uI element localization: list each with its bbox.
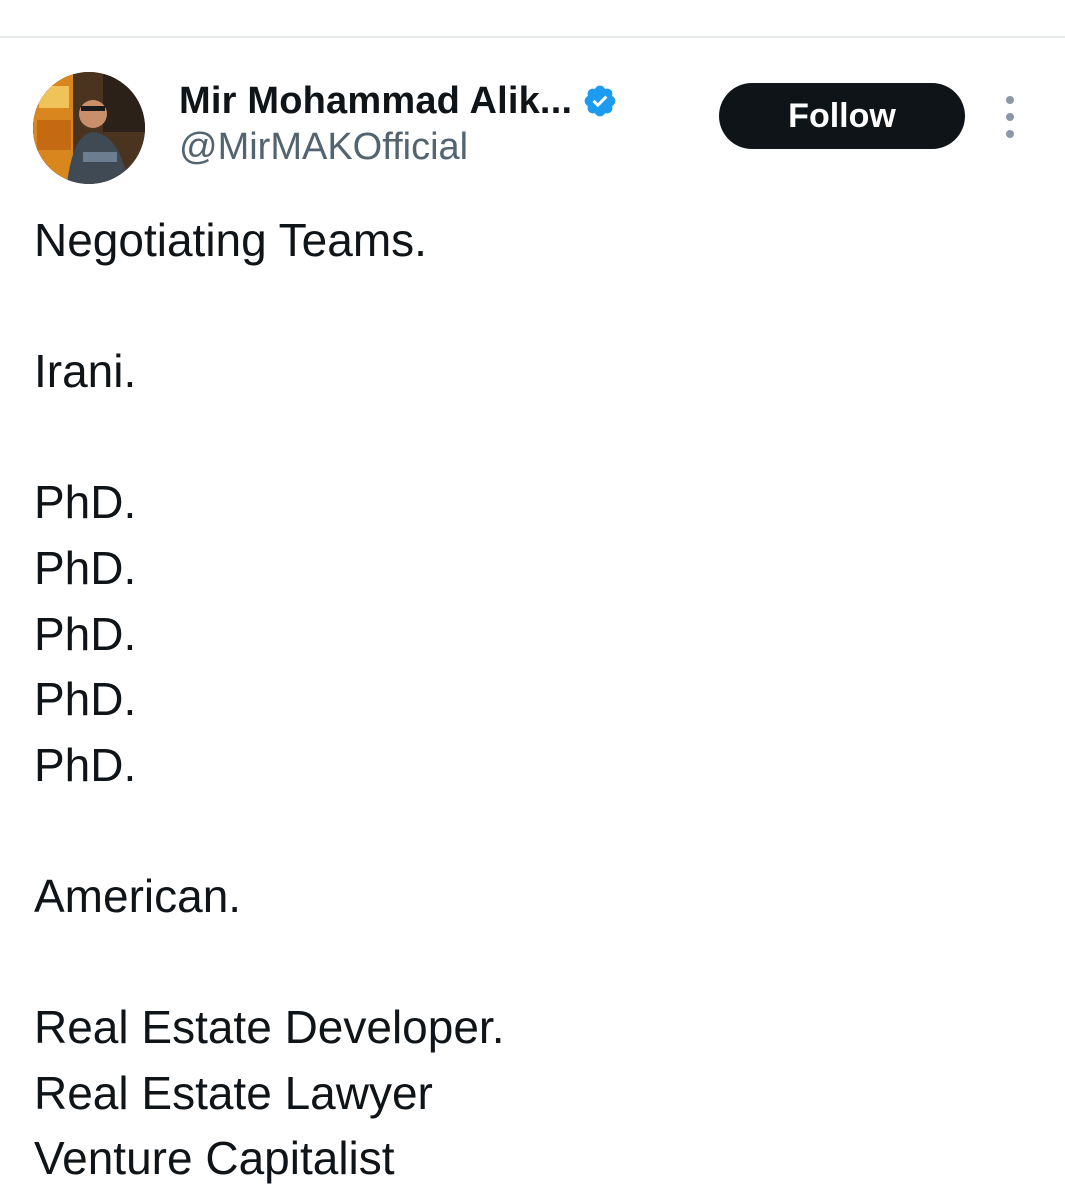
more-vertical-icon-dot (1006, 96, 1014, 104)
top-divider (0, 36, 1065, 38)
tweet-line: Real Estate Developer. (34, 1001, 505, 1054)
avatar[interactable] (33, 72, 145, 184)
tweet-line (34, 274, 1034, 340)
tweet-line: PhD. (34, 541, 137, 594)
tweet-line: Negotiating Teams. (34, 214, 427, 266)
verified-badge-icon (582, 83, 618, 119)
author-handle[interactable]: @MirMAKOfficial (179, 126, 468, 169)
tweet-line: PhD. (34, 673, 137, 726)
tweet-line (34, 930, 1034, 996)
follow-button[interactable]: Follow (719, 83, 965, 149)
tweet-line (34, 405, 1034, 471)
tweet-line: PhD. (34, 738, 137, 791)
tweet-line: American. (34, 869, 242, 922)
tweet-line: Real Estate Lawyer (34, 1066, 433, 1119)
tweet-text: Negotiating Teams. Irani. PhD. PhD. PhD.… (34, 208, 1034, 1192)
tweet-line: PhD. (34, 607, 137, 660)
author-display-name[interactable]: Mir Mohammad Alik... (179, 80, 572, 123)
more-vertical-icon-dot (1006, 113, 1014, 121)
tweet-line: PhD. (34, 476, 137, 529)
author-name-row[interactable]: Mir Mohammad Alik... (179, 76, 618, 126)
more-vertical-icon-dot (1006, 130, 1014, 138)
more-options-button[interactable] (994, 96, 1026, 138)
tweet-line (34, 798, 1034, 864)
tweet-line: Irani. (34, 345, 137, 398)
tweet-line: Venture Capitalist (34, 1132, 395, 1185)
profile-photo-icon (33, 72, 145, 184)
